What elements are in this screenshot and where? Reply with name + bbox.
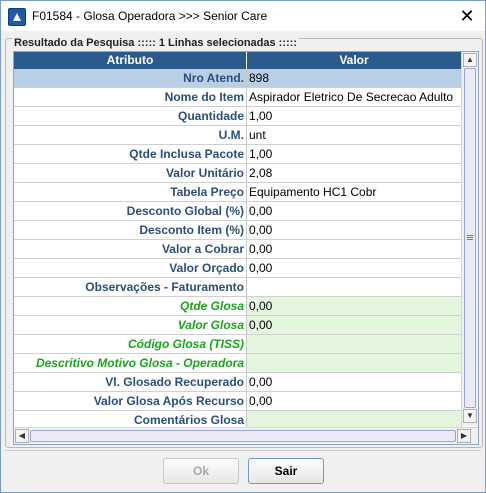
arrow-left-icon: ◀	[18, 431, 26, 440]
row-value[interactable]: 0,00	[247, 316, 462, 335]
row-attribute: Código Glosa (TISS)	[14, 335, 247, 354]
table-row[interactable]: Qtde Glosa 0,00	[14, 297, 462, 316]
close-icon: ✕	[459, 6, 475, 26]
row-value[interactable]: unt	[247, 126, 462, 145]
window-title: F01584 - Glosa Operadora >>> Senior Care	[32, 9, 268, 23]
row-attribute: Nro Atend.	[14, 69, 247, 88]
footer-divider	[5, 450, 481, 451]
row-attribute: Observações - Faturamento	[14, 278, 247, 297]
row-attribute: Qtde Glosa	[14, 297, 247, 316]
row-attribute: Tabela Preço	[14, 183, 247, 202]
table-row[interactable]: Valor Orçado 0,00	[14, 259, 462, 278]
row-attribute: Vl. Glosado Recuperado	[14, 373, 247, 392]
row-value[interactable]: Aspirador Eletrico De Secrecao Adulto	[247, 88, 462, 107]
table-row[interactable]: Tabela Preço Equipamento HC1 Cobr	[14, 183, 462, 202]
table-row[interactable]: U.M. unt	[14, 126, 462, 145]
title-bar: F01584 - Glosa Operadora >>> Senior Care…	[1, 1, 485, 31]
table-row[interactable]: Valor a Cobrar 0,00	[14, 240, 462, 259]
arrow-right-icon: ▶	[460, 431, 468, 440]
row-value[interactable]: 0,00	[247, 259, 462, 278]
row-value[interactable]: 0,00	[247, 240, 462, 259]
sair-button[interactable]: Sair	[248, 458, 324, 484]
row-value[interactable]	[247, 278, 462, 297]
vertical-scrollbar[interactable]: ▲ ▼	[461, 52, 478, 426]
table-header: Atributo Valor	[14, 52, 462, 69]
row-attribute: Valor Unitário	[14, 164, 247, 183]
grip-line	[467, 239, 473, 240]
table-row[interactable]: Valor Unitário 2,08	[14, 164, 462, 183]
grip-line	[467, 235, 473, 236]
row-value[interactable]: 0,00	[247, 221, 462, 240]
scroll-left-button[interactable]: ◀	[15, 429, 29, 443]
table-row[interactable]: Vl. Glosado Recuperado 0,00	[14, 373, 462, 392]
row-attribute: Nome do Item	[14, 88, 247, 107]
horizontal-scrollbar[interactable]: ◀ ▶	[14, 427, 478, 444]
table-row[interactable]: Valor Glosa 0,00	[14, 316, 462, 335]
row-value[interactable]	[247, 354, 462, 373]
row-attribute: Valor Glosa Após Recurso	[14, 392, 247, 411]
table-row[interactable]: Nro Atend. 898	[14, 69, 462, 88]
row-value[interactable]	[247, 335, 462, 354]
row-attribute: Valor Orçado	[14, 259, 247, 278]
results-legend: Resultado da Pesquisa ::::: 1 Linhas sel…	[12, 37, 299, 49]
table-row[interactable]: Valor Glosa Após Recurso 0,00	[14, 392, 462, 411]
table-row[interactable]: Código Glosa (TISS)	[14, 335, 462, 354]
row-attribute: Valor a Cobrar	[14, 240, 247, 259]
horizontal-scroll-thumb[interactable]	[30, 430, 456, 442]
arrow-down-icon: ▼	[466, 411, 474, 420]
table-row[interactable]: Desconto Item (%) 0,00	[14, 221, 462, 240]
column-header-valor[interactable]: Valor	[247, 52, 462, 69]
row-attribute: Desconto Global (%)	[14, 202, 247, 221]
scroll-down-button[interactable]: ▼	[463, 409, 477, 423]
column-header-atributo[interactable]: Atributo	[14, 52, 247, 69]
scroll-right-button[interactable]: ▶	[457, 429, 471, 443]
dialog-window: F01584 - Glosa Operadora >>> Senior Care…	[0, 0, 486, 493]
app-icon	[8, 8, 26, 26]
close-button[interactable]: ✕	[453, 3, 481, 29]
row-attribute: Valor Glosa	[14, 316, 247, 335]
row-attribute: Desconto Item (%)	[14, 221, 247, 240]
results-panel: Resultado da Pesquisa ::::: 1 Linhas sel…	[5, 37, 483, 448]
row-value[interactable]: 0,00	[247, 297, 462, 316]
table-row[interactable]: Desconto Global (%) 0,00	[14, 202, 462, 221]
arrow-up-icon: ▲	[466, 55, 474, 64]
table-row[interactable]: Observações - Faturamento	[14, 278, 462, 297]
table-row[interactable]: Nome do Item Aspirador Eletrico De Secrec…	[14, 88, 462, 107]
table-row[interactable]: Descritivo Motivo Glosa - Operadora	[14, 354, 462, 373]
ok-button[interactable]: Ok	[163, 458, 239, 484]
vertical-scroll-thumb[interactable]	[464, 68, 476, 408]
row-attribute: U.M.	[14, 126, 247, 145]
attribute-table: Atributo Valor Nro Atend. 898 Nome do Ite…	[13, 51, 479, 445]
table-row[interactable]: Quantidade 1,00	[14, 107, 462, 126]
row-attribute: Quantidade	[14, 107, 247, 126]
row-value[interactable]: 1,00	[247, 145, 462, 164]
row-value[interactable]: 0,00	[247, 392, 462, 411]
table-row[interactable]: Qtde Inclusa Pacote 1,00	[14, 145, 462, 164]
row-attribute: Descritivo Motivo Glosa - Operadora	[14, 354, 247, 373]
row-value[interactable]: 0,00	[247, 202, 462, 221]
row-value[interactable]: 2,08	[247, 164, 462, 183]
row-value[interactable]: 1,00	[247, 107, 462, 126]
grip-line	[467, 237, 473, 238]
row-value[interactable]: Equipamento HC1 Cobr	[247, 183, 462, 202]
row-attribute: Qtde Inclusa Pacote	[14, 145, 247, 164]
row-value[interactable]: 0,00	[247, 373, 462, 392]
scroll-up-button[interactable]: ▲	[463, 53, 477, 67]
row-value[interactable]: 898	[247, 69, 462, 88]
